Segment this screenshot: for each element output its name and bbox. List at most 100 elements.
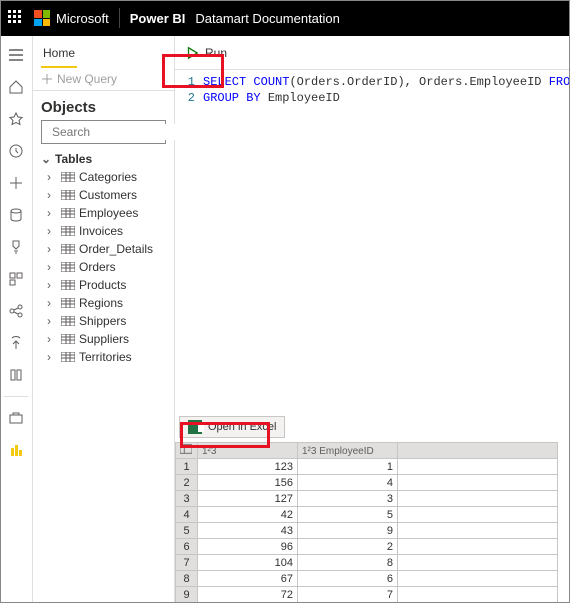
- hamburger-icon[interactable]: [0, 40, 32, 70]
- table-name: Regions: [79, 296, 123, 310]
- chevron-right-icon: ›: [47, 242, 57, 256]
- table-node[interactable]: › Regions: [47, 294, 170, 312]
- table-name: Territories: [79, 350, 132, 364]
- tables-tree: ›Categories›Customers›Employees›Invoices…: [33, 168, 174, 366]
- table-icon: [61, 352, 75, 362]
- table-row[interactable]: 11231: [176, 459, 558, 475]
- search-box[interactable]: [41, 120, 166, 144]
- table-row[interactable]: 9727: [176, 587, 558, 603]
- cell: 42: [198, 507, 298, 523]
- table-icon: [61, 190, 75, 200]
- cell-filler: [398, 555, 558, 571]
- cell: 6: [298, 571, 398, 587]
- run-label: Run: [205, 46, 227, 60]
- nav-favorites-icon[interactable]: [0, 104, 32, 134]
- app-launcher-icon[interactable]: [8, 10, 24, 26]
- table-row[interactable]: 4425: [176, 507, 558, 523]
- chevron-right-icon: ›: [47, 296, 57, 310]
- cell: 3: [298, 491, 398, 507]
- cell: 5: [298, 507, 398, 523]
- column-header[interactable]: 1²3: [198, 443, 298, 459]
- cell-filler: [398, 459, 558, 475]
- table-node[interactable]: › Order_Details: [47, 240, 170, 258]
- table-node[interactable]: ›Orders: [47, 258, 170, 276]
- cell: 43: [198, 523, 298, 539]
- nav-goals-icon[interactable]: [0, 232, 32, 262]
- cell: 127: [198, 491, 298, 507]
- new-query-label: New Query: [57, 72, 117, 86]
- cell-filler: [398, 475, 558, 491]
- table-node[interactable]: ›Suppliers: [47, 330, 170, 348]
- open-excel-label: Open in Excel: [208, 421, 276, 433]
- nav-deploy-icon[interactable]: [0, 328, 32, 358]
- row-number: 1: [176, 459, 198, 475]
- chevron-right-icon: ›: [47, 332, 57, 346]
- table-node[interactable]: ›Categories: [47, 168, 170, 186]
- tab-bar: Home: [33, 36, 174, 68]
- editor-area: Run 12 SELECT COUNT(Orders.OrderID), Ord…: [175, 36, 570, 603]
- play-icon: [185, 46, 199, 60]
- table-node[interactable]: ›Shippers: [47, 312, 170, 330]
- table-node[interactable]: ›Territories: [47, 348, 170, 366]
- table-row[interactable]: 8676: [176, 571, 558, 587]
- results-pane: Open in Excel 1²31²3 EmployeeID112312156…: [175, 416, 570, 603]
- cell: 123: [198, 459, 298, 475]
- cell-filler: [398, 587, 558, 603]
- table-icon: [61, 208, 75, 218]
- column-header[interactable]: 1²3 EmployeeID: [298, 443, 398, 459]
- cell: 156: [198, 475, 298, 491]
- cell-filler: [398, 507, 558, 523]
- new-query-button[interactable]: New Query: [41, 72, 117, 86]
- nav-datasets-icon[interactable]: [0, 200, 32, 230]
- chevron-right-icon: ›: [47, 188, 57, 202]
- sql-editor[interactable]: 12 SELECT COUNT(Orders.OrderID), Orders.…: [175, 70, 570, 106]
- header-divider: [119, 8, 120, 28]
- table-row[interactable]: 5439: [176, 523, 558, 539]
- chevron-right-icon: ›: [47, 170, 57, 184]
- column-filler: [398, 443, 558, 459]
- results-table: 1²31²3 EmployeeID11231215643127344255439…: [175, 442, 558, 603]
- table-node[interactable]: ›Invoices: [47, 222, 170, 240]
- cell: 67: [198, 571, 298, 587]
- product-label: Power BI: [130, 11, 186, 26]
- microsoft-squares-icon: [34, 10, 50, 26]
- run-button[interactable]: Run: [177, 42, 235, 64]
- table-node[interactable]: › Customers: [47, 186, 170, 204]
- row-number: 9: [176, 587, 198, 603]
- table-name: Orders: [79, 260, 116, 274]
- chevron-right-icon: ›: [47, 278, 57, 292]
- doc-title: Datamart Documentation: [195, 11, 340, 26]
- tab-home[interactable]: Home: [41, 42, 77, 68]
- table-row[interactable]: 21564: [176, 475, 558, 491]
- cell: 104: [198, 555, 298, 571]
- nav-share-icon[interactable]: [0, 296, 32, 326]
- table-name: Customers: [79, 188, 137, 202]
- table-node[interactable]: ›Products: [47, 276, 170, 294]
- nav-learn-icon[interactable]: [0, 360, 32, 390]
- table-node[interactable]: ›Employees: [47, 204, 170, 222]
- nav-home-icon[interactable]: [0, 72, 32, 102]
- nav-workspaces-icon[interactable]: [0, 403, 32, 433]
- objects-title: Objects: [33, 91, 174, 120]
- table-name: Order_Details: [79, 242, 153, 256]
- row-number: 7: [176, 555, 198, 571]
- row-number: 4: [176, 507, 198, 523]
- nav-apps-icon[interactable]: [0, 264, 32, 294]
- table-row[interactable]: 6962: [176, 539, 558, 555]
- nav-my-workspace-icon[interactable]: [0, 435, 32, 465]
- tables-header[interactable]: ⌄ Tables: [33, 150, 174, 168]
- table-icon: [61, 298, 75, 308]
- rail-separator: [4, 396, 28, 397]
- cell: 7: [298, 587, 398, 603]
- table-icon: [61, 334, 75, 344]
- open-in-excel-button[interactable]: Open in Excel: [179, 416, 285, 438]
- table-row[interactable]: 71048: [176, 555, 558, 571]
- row-number: 6: [176, 539, 198, 555]
- nav-create-icon[interactable]: [0, 168, 32, 198]
- nav-recent-icon[interactable]: [0, 136, 32, 166]
- table-icon: [61, 280, 75, 290]
- cell: 72: [198, 587, 298, 603]
- line-gutter: 12: [175, 74, 203, 106]
- brand-label: Microsoft: [56, 11, 109, 26]
- table-row[interactable]: 31273: [176, 491, 558, 507]
